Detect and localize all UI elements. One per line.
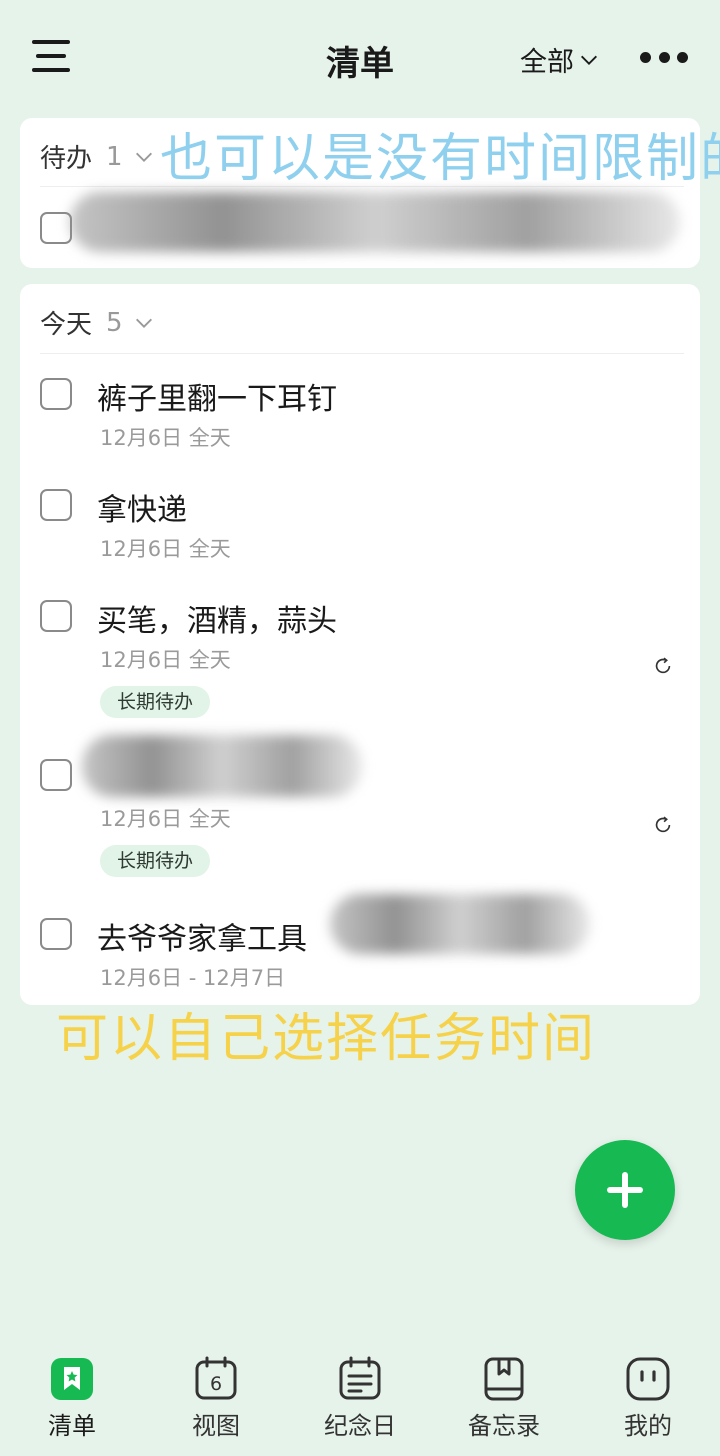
task-checkbox[interactable] [40,600,72,632]
memo-icon [484,1357,524,1401]
annotation-yellow: 可以自己选择任务时间 [56,1009,597,1069]
bottom-nav: 清单 6 视图 纪念日 备忘录 我的 [0,1340,720,1456]
task-date: 12月6日 全天 [100,648,231,672]
page-title: 清单 [326,44,394,84]
nav-label: 备忘录 [468,1412,540,1440]
chevron-down-icon [135,152,152,162]
task-date: 12月6日 全天 [100,426,231,450]
task-checkbox[interactable] [40,918,72,950]
section-label: 今天 [40,310,93,340]
task-title: 买笔，酒精，蒜头 [97,604,337,639]
anniversary-icon [339,1356,381,1400]
nav-item-memo[interactable]: 备忘录 [432,1340,576,1456]
nav-item-view[interactable]: 6 视图 [144,1340,288,1456]
annotation-blue: 也可以是没有时间限制的 [160,129,720,189]
task-title: 拿快递 [97,493,187,528]
section-count: 5 [106,307,123,338]
task-checkbox[interactable] [40,759,72,791]
long-term-tag: 长期待办 [100,845,211,877]
top-bar: 清单 全部 [0,0,720,112]
more-options-icon[interactable] [640,48,688,66]
redacted-text-blur [82,735,362,797]
task-date: 12月6日 全天 [100,537,231,561]
filter-dropdown[interactable]: 全部 [520,40,600,79]
profile-icon [626,1357,670,1401]
nav-item-profile[interactable]: 我的 [576,1340,720,1456]
task-date: 12月6日 全天 [100,807,231,831]
task-date: 12月6日 - 12月7日 [100,966,286,990]
section-count: 1 [106,141,123,172]
nav-label: 纪念日 [324,1412,396,1440]
repeat-icon [655,816,671,833]
task-checkbox[interactable] [40,378,72,410]
redacted-text-blur [330,894,590,954]
today-section-card: 今天 5 裤子里翻一下耳钉 12月6日 全天 拿快递 12月6日 全天 买笔，酒… [20,284,700,1005]
chevron-down-icon [581,55,597,65]
nav-item-checklist[interactable]: 清单 [0,1340,144,1456]
todo-section-header[interactable]: 待办 1 [40,138,155,175]
checklist-icon [51,1358,93,1400]
task-checkbox[interactable] [40,489,72,521]
task-checkbox[interactable] [40,212,72,244]
section-label: 待办 [40,144,93,174]
add-task-button[interactable] [575,1140,675,1240]
nav-label: 我的 [624,1412,672,1440]
task-title: 裤子里翻一下耳钉 [97,382,337,417]
nav-item-anniversary[interactable]: 纪念日 [288,1340,432,1456]
long-term-tag: 长期待办 [100,686,211,718]
filter-label: 全部 [520,47,574,78]
svg-text:6: 6 [210,1373,222,1395]
divider [40,353,684,354]
nav-label: 视图 [192,1412,240,1440]
repeat-icon [655,657,671,674]
nav-label: 清单 [48,1412,96,1440]
calendar-view-icon: 6 [195,1356,237,1400]
today-section-header[interactable]: 今天 5 [40,304,155,341]
task-title: 去爷爷家拿工具 [97,922,307,957]
redacted-text-blur [70,192,680,252]
chevron-down-icon [135,318,152,328]
